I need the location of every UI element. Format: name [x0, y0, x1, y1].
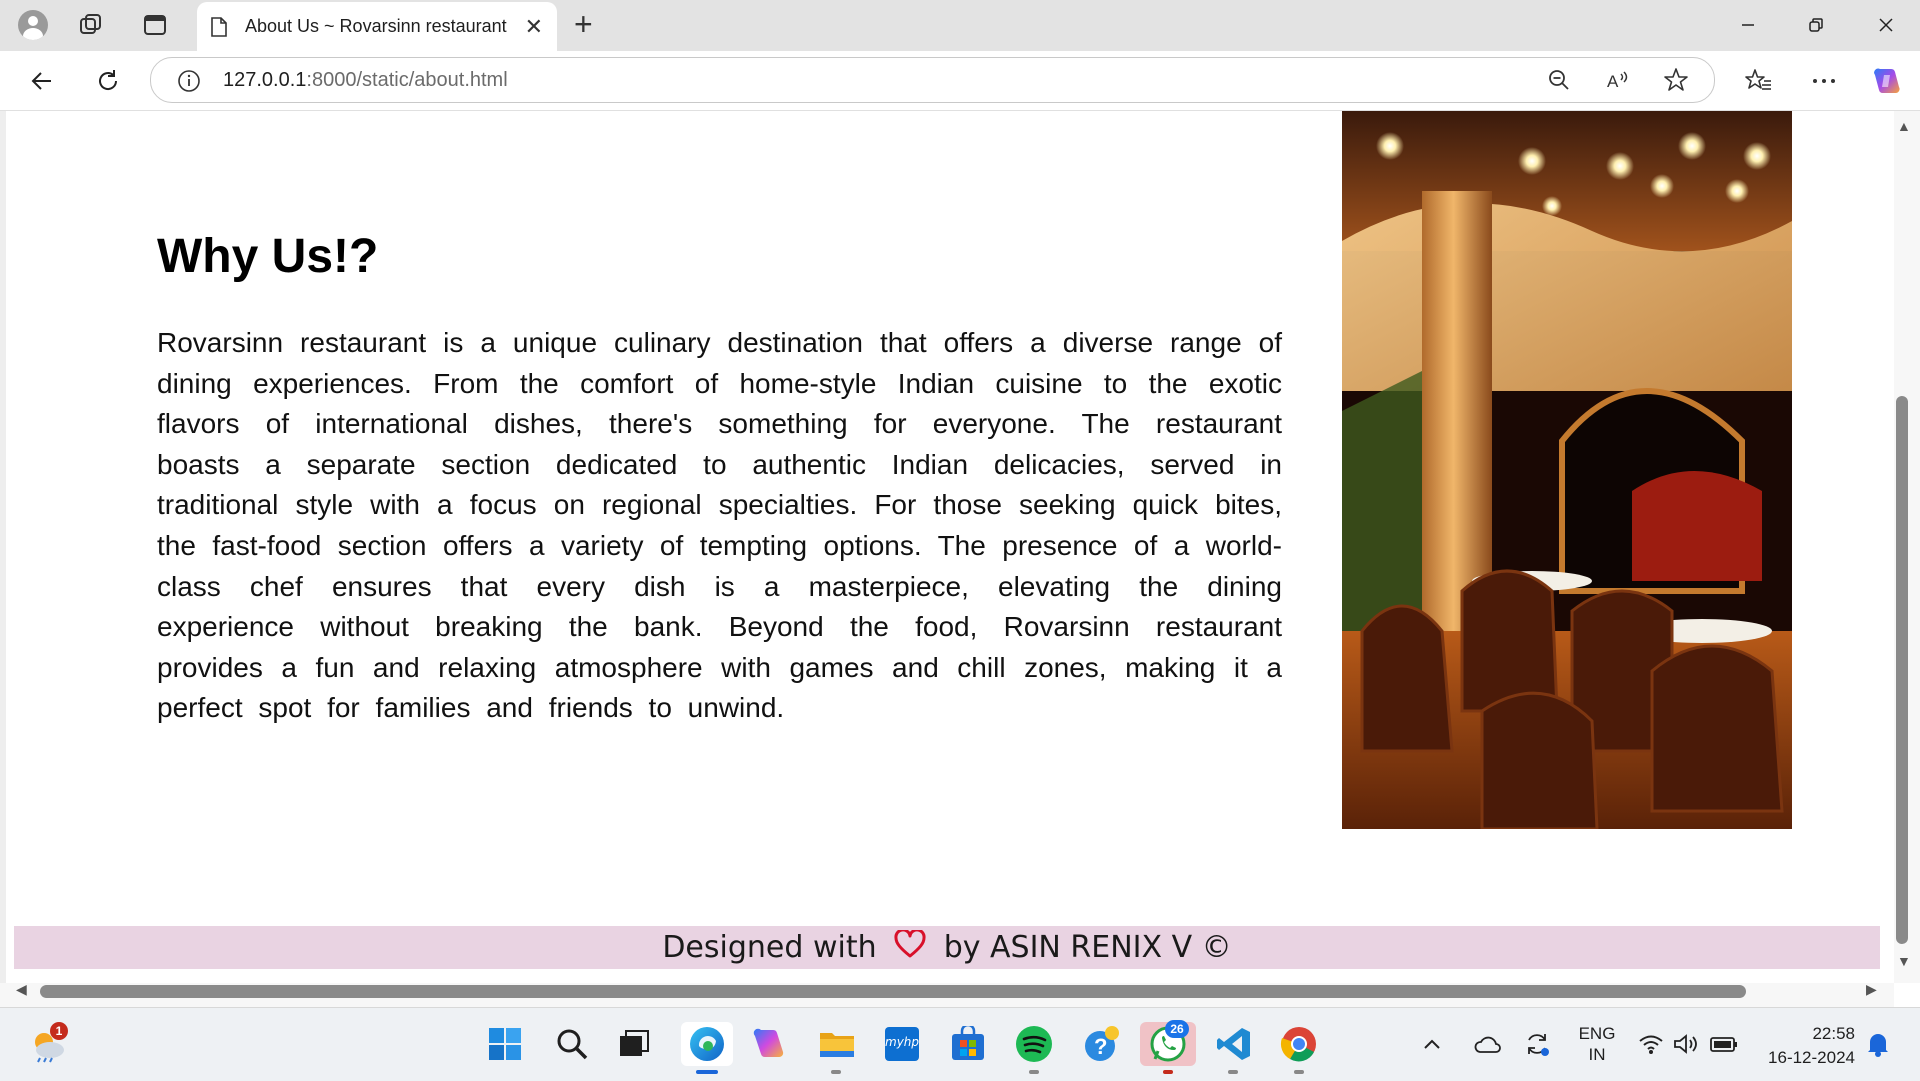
workspaces-icon[interactable] [74, 8, 108, 42]
favorites-icon[interactable] [1740, 63, 1776, 99]
taskbar: 1 myhp ? 26 ENG IN 22:58 16-12-2024 [0, 1007, 1920, 1081]
spotify-icon[interactable] [1012, 1022, 1056, 1066]
scroll-up-arrow-icon[interactable]: ▲ [1897, 118, 1911, 134]
edge-active-indicator [696, 1070, 718, 1074]
about-section: Why Us!? Rovarsinn restaurant is a uniqu… [157, 229, 1282, 749]
new-tab-icon[interactable]: + [574, 6, 593, 42]
whatsapp-indicator [1163, 1070, 1173, 1074]
favorite-star-icon[interactable] [1662, 66, 1690, 94]
file-explorer-indicator [831, 1070, 841, 1074]
whatsapp-badge: 26 [1165, 1020, 1189, 1038]
page-heading: Why Us!? [157, 230, 379, 283]
search-icon[interactable] [550, 1022, 594, 1066]
tab-strip: About Us ~ Rovarsinn restaurant ✕ + [0, 0, 1920, 51]
back-icon[interactable] [24, 63, 60, 99]
start-icon[interactable] [483, 1022, 527, 1066]
myhp-icon[interactable]: myhp [880, 1022, 924, 1066]
clock[interactable]: 22:58 16-12-2024 [1755, 1022, 1855, 1070]
notification-bell-icon[interactable] [1862, 1022, 1894, 1066]
minimize-icon[interactable] [1728, 8, 1768, 42]
svg-text:?: ? [1094, 1034, 1107, 1059]
about-paragraph: Rovarsinn restaurant is a unique culinar… [157, 327, 1282, 724]
microsoft-store-icon[interactable] [946, 1022, 990, 1066]
restaurant-interior-photo [1342, 111, 1792, 829]
footer-prefix: Designed with [662, 930, 877, 965]
vscode-icon[interactable] [1212, 1022, 1256, 1066]
onedrive-icon[interactable] [1472, 1022, 1504, 1066]
address-bar[interactable]: 127.0.0.1:8000/static/about.html A [150, 57, 1715, 103]
show-hidden-icons-chevron-icon[interactable] [1420, 1022, 1444, 1066]
scroll-down-arrow-icon[interactable]: ▼ [1897, 953, 1911, 969]
viewport-edge [0, 111, 6, 983]
active-tab[interactable]: About Us ~ Rovarsinn restaurant ✕ [197, 2, 557, 51]
language-indicator[interactable]: ENG IN [1573, 1023, 1621, 1065]
battery-icon[interactable] [1708, 1022, 1740, 1066]
close-tab-icon[interactable]: ✕ [525, 14, 543, 40]
spotify-indicator [1029, 1070, 1039, 1074]
copilot-app-icon[interactable] [747, 1022, 791, 1066]
tab-title: About Us ~ Rovarsinn restaurant [245, 16, 507, 36]
task-view-icon[interactable] [612, 1022, 656, 1066]
heart-icon [894, 927, 926, 970]
profile-icon[interactable] [16, 8, 50, 42]
zoom-out-icon[interactable] [1545, 66, 1573, 94]
horizontal-scroll-thumb[interactable] [40, 985, 1746, 998]
copilot-icon[interactable] [1869, 63, 1905, 99]
tab-actions-icon[interactable] [138, 8, 172, 42]
scroll-right-arrow-icon[interactable]: ▶ [1866, 981, 1877, 998]
get-help-icon[interactable]: ? [1080, 1022, 1124, 1066]
svg-text:A: A [1607, 72, 1619, 91]
more-menu-icon[interactable] [1806, 63, 1842, 99]
wifi-icon[interactable] [1636, 1022, 1666, 1066]
clock-time: 22:58 [1812, 1024, 1855, 1043]
sync-icon[interactable] [1520, 1022, 1554, 1066]
edge-browser-icon[interactable] [681, 1022, 733, 1066]
page-footer: Designed with by ASIN RENIX V © [14, 926, 1880, 969]
restore-icon[interactable] [1796, 8, 1836, 42]
chrome-icon[interactable] [1277, 1022, 1321, 1066]
refresh-icon[interactable] [90, 63, 126, 99]
scroll-left-arrow-icon[interactable]: ◀ [16, 981, 27, 998]
weather-badge: 1 [50, 1022, 68, 1040]
volume-icon[interactable] [1672, 1022, 1702, 1066]
clock-date: 16-12-2024 [1768, 1048, 1855, 1067]
vertical-scroll-thumb[interactable] [1896, 396, 1908, 944]
myhp-label: myhp [885, 1035, 920, 1049]
site-info-icon[interactable] [177, 69, 201, 98]
page-icon [211, 16, 227, 37]
vscode-indicator [1228, 1070, 1238, 1074]
footer-suffix: by ASIN RENIX V © [943, 930, 1232, 965]
file-explorer-icon[interactable] [815, 1022, 859, 1066]
chrome-indicator [1294, 1070, 1304, 1074]
toolbar: 127.0.0.1:8000/static/about.html A [0, 51, 1920, 111]
url-text[interactable]: 127.0.0.1:8000/static/about.html [223, 69, 508, 92]
read-aloud-icon[interactable]: A [1604, 66, 1632, 94]
close-window-icon[interactable] [1866, 8, 1906, 42]
